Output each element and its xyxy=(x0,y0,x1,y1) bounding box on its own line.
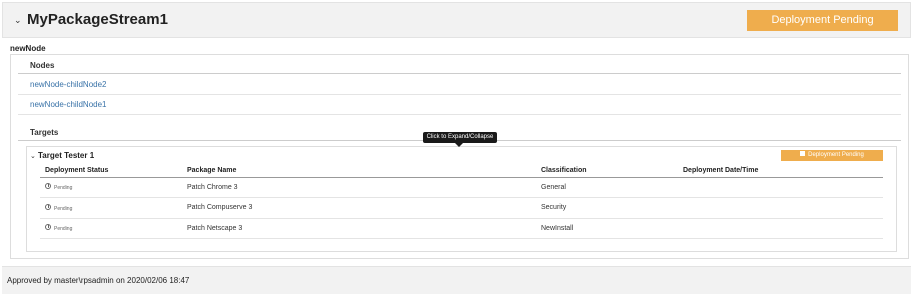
child-node-link[interactable]: newNode-childNode2 xyxy=(30,80,107,89)
chevron-down-icon[interactable]: ⌄ xyxy=(30,152,36,160)
row-status: Pending xyxy=(54,226,73,232)
column-header-status: Deployment Status xyxy=(45,167,109,174)
divider xyxy=(18,114,901,115)
approval-text: Approved by master\rpsadmin on 2020/02/0… xyxy=(7,276,190,285)
divider xyxy=(40,218,883,219)
row-package: Patch Chrome 3 xyxy=(187,184,238,191)
target-name[interactable]: Target Tester 1 xyxy=(38,151,94,160)
calendar-icon xyxy=(800,150,806,156)
stream-title: MyPackageStream1 xyxy=(27,11,168,28)
nodes-heading: Nodes xyxy=(30,61,55,70)
chevron-down-icon[interactable]: ⌄ xyxy=(14,15,22,26)
clock-icon xyxy=(45,224,51,230)
deployment-pending-button[interactable]: Deployment Pending xyxy=(747,10,898,31)
target-button-label: Deployment Pending xyxy=(808,152,864,158)
row-classification: Security xyxy=(541,204,567,211)
column-header-date: Deployment Date/Time xyxy=(683,167,759,174)
target-deployment-pending-button[interactable]: Deployment Pending xyxy=(781,150,883,161)
table-header-divider xyxy=(40,177,883,178)
clock-icon xyxy=(45,183,51,189)
target-panel xyxy=(26,146,897,252)
row-status: Pending xyxy=(54,206,73,212)
row-status: Pending xyxy=(54,185,73,191)
divider xyxy=(40,197,883,198)
row-package: Patch Netscape 3 xyxy=(187,225,243,232)
expand-collapse-tooltip: Click to Expand/Collapse xyxy=(423,132,497,143)
row-package: Patch Compuserve 3 xyxy=(187,204,253,211)
child-node-link[interactable]: newNode-childNode1 xyxy=(30,100,107,109)
divider xyxy=(40,238,883,239)
node-name: newNode xyxy=(10,44,46,53)
clock-icon xyxy=(45,204,51,210)
row-classification: NewInstall xyxy=(541,225,574,232)
row-classification: General xyxy=(541,184,566,191)
column-header-classification: Classification xyxy=(541,167,587,174)
tooltip-arrow xyxy=(455,143,463,147)
divider xyxy=(18,94,901,95)
stream-header: ⌄ MyPackageStream1 Deployment Pending xyxy=(2,2,911,38)
targets-heading: Targets xyxy=(30,128,59,137)
approval-footer: Approved by master\rpsadmin on 2020/02/0… xyxy=(2,266,911,294)
divider xyxy=(18,73,901,74)
column-header-package: Package Name xyxy=(187,167,237,174)
